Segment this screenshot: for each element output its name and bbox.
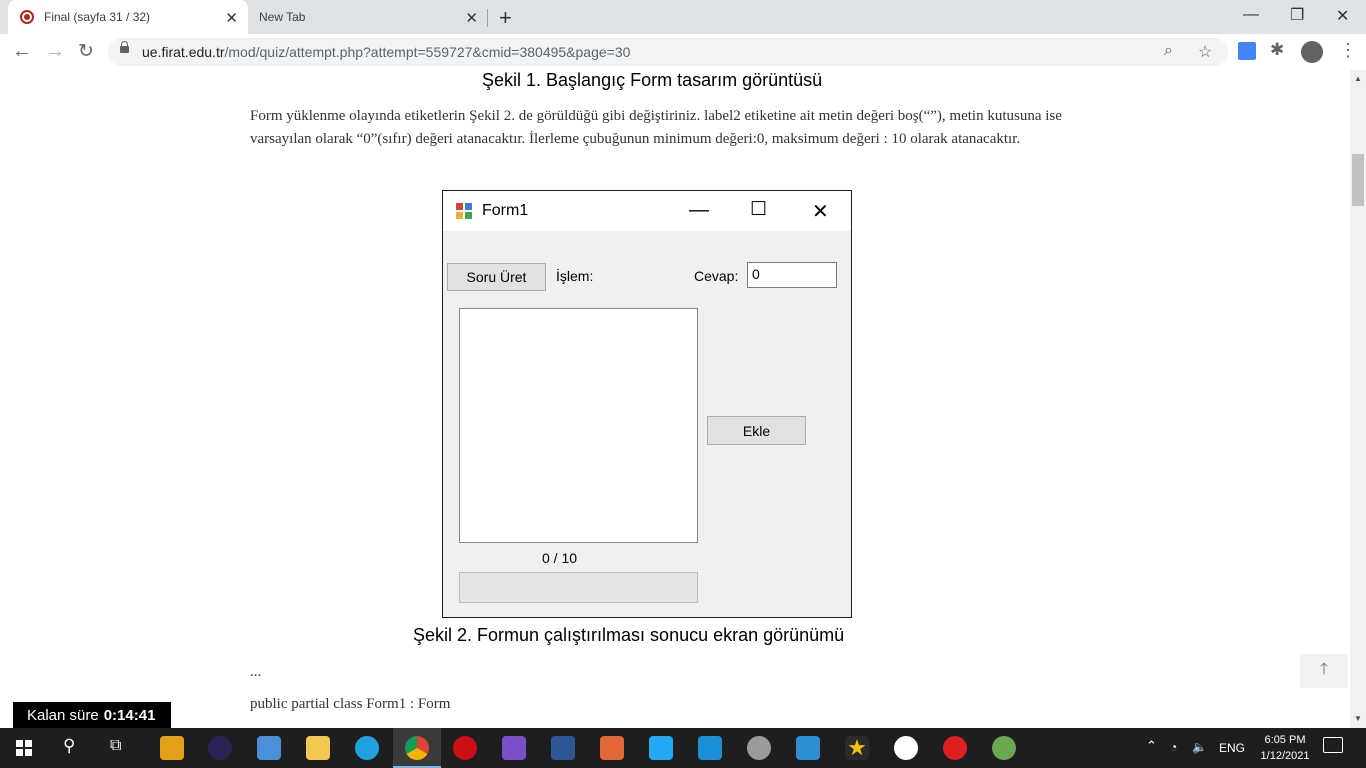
clock-time: 6:05 PM [1264,734,1306,746]
page-scrollbar[interactable]: ▲ ▼ [1350,70,1366,728]
close-tab-icon[interactable]: ✕ [225,9,238,27]
windows-taskbar: ⚲ ⧉ ★ ⌃ ◔ 🔈 ENG 6:05 PM 1/12/2021 [0,728,1366,768]
url-text: ue.firat.edu.tr/mod/quiz/attempt.php?att… [142,44,631,60]
word-icon[interactable] [551,736,575,760]
zoom-icon[interactable]: ⌕ [1164,42,1173,60]
show-hidden-icons-icon[interactable]: ⌃ [1146,738,1157,754]
eclipse-icon[interactable] [208,736,232,760]
translate-extension-icon[interactable] [1238,42,1256,60]
browser-toolbar: ← → ↻ ue.firat.edu.tr/mod/quiz/attempt.p… [0,34,1366,71]
restore-icon[interactable]: ❐ [1290,5,1304,25]
code-line: public partial class Form1 : Form [250,696,451,712]
form-close-icon[interactable]: ✕ [812,199,829,224]
notifications-icon[interactable] [1323,737,1343,753]
visual-studio-icon[interactable] [502,736,526,760]
extensions-puzzle-icon[interactable]: ✱ [1270,40,1284,60]
moodle-favicon-icon [20,10,34,24]
app-tool-icon[interactable] [160,736,184,760]
address-bar[interactable]: ue.firat.edu.tr/mod/quiz/attempt.php?att… [108,38,1228,66]
reload-icon[interactable]: ↻ [78,40,94,63]
browser-tabstrip: Final (sayfa 31 / 32) ✕ New Tab ✕ + — ❐ … [0,0,1366,34]
tab-title: New Tab [259,10,306,24]
ekle-button[interactable]: Ekle [707,416,806,445]
soru-uret-button[interactable]: Soru Üret [447,263,546,291]
counter-label: 0 / 10 [542,550,578,566]
scroll-up-icon[interactable]: ▲ [1354,74,1362,83]
tab-final[interactable]: Final (sayfa 31 / 32) ✕ [8,0,248,34]
control-panel-icon[interactable] [796,736,820,760]
scrollbar-thumb[interactable] [1352,154,1364,206]
timer-label: Kalan süre [27,706,99,724]
figure1-caption: Şekil 1. Başlangıç Form tasarım görüntüs… [482,70,823,90]
system-clock[interactable]: 6:05 PM 1/12/2021 [1254,732,1316,764]
tab-new-tab[interactable]: New Tab ✕ [248,0,488,34]
form1-screenshot: Form1 — ☐ ✕ Soru Üret İşlem: Cevap: 0 Ek… [442,190,852,618]
tray-app-icon[interactable] [992,736,1016,760]
profile-avatar-icon[interactable] [1301,41,1323,63]
chrome-icon[interactable] [405,736,429,760]
wifi-icon[interactable]: ◔ [1170,740,1177,754]
paint-icon[interactable] [747,736,771,760]
scroll-down-icon[interactable]: ▼ [1354,714,1362,723]
form-title: Form1 [482,202,529,219]
progress-bar [459,572,698,603]
forward-icon[interactable]: → [45,40,65,63]
answers-listbox[interactable] [459,308,698,543]
figure2-caption: Şekil 2. Formun çalıştırılması sonucu ek… [413,625,845,645]
timer-value: 0:14:41 [103,706,156,724]
form-minimize-icon[interactable]: — [689,199,709,222]
photos-icon[interactable] [257,736,281,760]
lock-icon [120,41,129,53]
window-close-icon[interactable]: ✕ [1336,6,1349,26]
cevap-textbox[interactable]: 0 [747,262,837,288]
opera-icon[interactable] [453,736,477,760]
menu-kebab-icon[interactable]: ⋮ [1339,40,1357,61]
language-indicator[interactable]: ENG [1219,741,1245,755]
minimize-icon[interactable]: — [1243,6,1259,24]
page-content: Şekil 1. Başlangıç Form tasarım görüntüs… [0,70,1350,728]
remote-app-icon[interactable] [698,736,722,760]
tab-separator [487,9,488,27]
ellipsis-text: ... [250,664,262,680]
clock-date: 1/12/2021 [1260,750,1310,762]
close-tab-icon[interactable]: ✕ [465,9,478,27]
scroll-to-top-button[interactable]: 🡑 [1300,654,1348,688]
back-icon[interactable]: ← [12,40,32,63]
new-tab-icon[interactable]: + [499,5,512,31]
tab-title: Final (sayfa 31 / 32) [44,10,151,24]
cevap-label: Cevap: [694,268,739,284]
windows-start-icon[interactable] [16,740,32,756]
vscode-icon[interactable] [649,736,673,760]
record-icon[interactable] [894,736,918,760]
search-icon[interactable]: ⚲ [63,736,75,756]
bookmark-star-icon[interactable]: ☆ [1198,42,1212,62]
matlab-icon[interactable] [600,736,624,760]
form-app-icon [456,203,472,219]
quiz-timer: Kalan süre 0:14:41 [13,702,171,728]
file-explorer-icon[interactable] [306,736,330,760]
form-titlebar: Form1 — ☐ ✕ [443,191,851,231]
volume-icon[interactable]: 🔈 [1192,740,1207,754]
edge-icon[interactable] [355,736,379,760]
form-maximize-icon[interactable]: ☐ [750,198,767,221]
arrow-up-icon: 🡑 [1319,660,1329,678]
star-app-icon[interactable]: ★ [845,736,869,760]
islem-label: İşlem: [556,268,594,284]
task-view-icon[interactable]: ⧉ [110,737,121,755]
question-paragraph: Form yüklenme olayında etiketlerin Şekil… [250,108,1062,147]
power-app-icon[interactable] [943,736,967,760]
